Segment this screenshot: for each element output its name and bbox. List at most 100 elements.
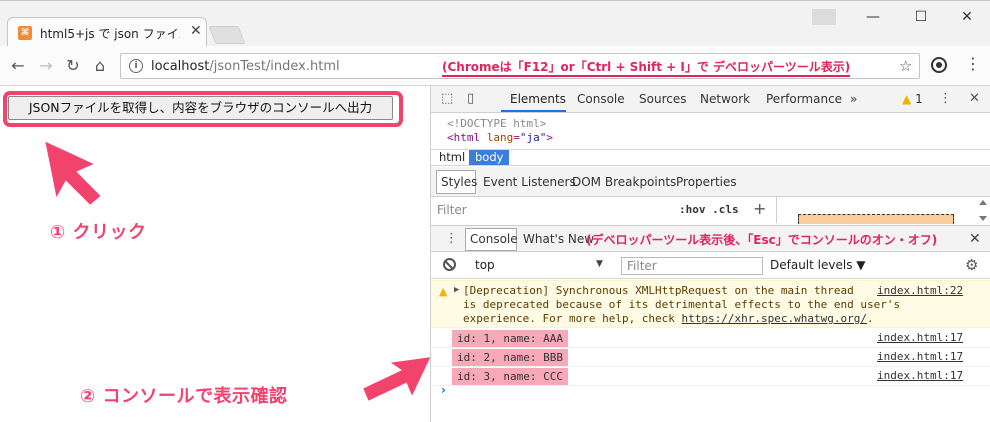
gear-icon[interactable]: ⚙ bbox=[965, 256, 978, 274]
arrow-pointer-icon bbox=[42, 138, 104, 208]
dom-eq: = bbox=[513, 131, 520, 144]
get-json-button[interactable]: JSONファイルを取得し、内容をブラウザのコンソールへ出力 bbox=[8, 96, 393, 120]
drawer-tab-whats-new[interactable]: What's New bbox=[523, 232, 594, 246]
forward-icon[interactable]: → bbox=[36, 56, 56, 75]
source-link[interactable]: index.html:22 bbox=[877, 284, 963, 297]
annotation-f12: (Chromeは「F12」or「Ctrl + Shift + I」で デベロッパ… bbox=[442, 59, 851, 77]
breadcrumb: html body bbox=[431, 149, 990, 166]
warning-text: experience. For more help, check bbox=[463, 312, 682, 325]
console-filter-input[interactable]: Filter bbox=[621, 257, 763, 275]
tab-performance[interactable]: Performance bbox=[766, 92, 842, 106]
browser-tab[interactable]: ⌘ html5+js で json ファイルの ✕ bbox=[7, 17, 207, 48]
tab-elements[interactable]: Elements bbox=[510, 92, 566, 106]
devtools-panel: ⬚ ▯ Elements Console Sources Network Per… bbox=[430, 86, 990, 422]
log-row: id: 3, name: CCC index.html:17 bbox=[431, 367, 990, 386]
warning-icon: ▲ bbox=[902, 92, 912, 106]
reload-icon[interactable]: ↻ bbox=[63, 56, 83, 75]
subtab-styles[interactable]: Styles bbox=[441, 175, 477, 189]
extension-icon[interactable] bbox=[931, 57, 947, 73]
new-style-rule-icon[interactable]: + bbox=[753, 199, 766, 218]
drawer-menu-icon[interactable]: ⋮ bbox=[445, 231, 458, 246]
styles-subtabs: Styles Event Listeners DOM Breakpoints P… bbox=[431, 167, 990, 197]
inspect-element-icon[interactable]: ⬚ bbox=[441, 91, 453, 106]
warning-line: experience. For more help, check https:/… bbox=[463, 312, 874, 325]
dom-tag-open: <html bbox=[447, 131, 481, 144]
source-link[interactable]: index.html:17 bbox=[877, 350, 963, 363]
device-toolbar-icon[interactable]: ▯ bbox=[467, 91, 474, 106]
log-text: id: 1, name: AAA bbox=[452, 330, 568, 347]
maximize-icon[interactable]: ☐ bbox=[906, 7, 936, 27]
xhr-spec-link[interactable]: https://xhr.spec.whatwg.org/ bbox=[682, 312, 867, 325]
log-row: id: 1, name: AAA index.html:17 bbox=[431, 329, 990, 348]
crumb-html[interactable]: html bbox=[433, 150, 471, 165]
console-prompt[interactable]: › bbox=[441, 383, 446, 397]
subtab-dom-breakpoints[interactable]: DOM Breakpoints bbox=[572, 175, 676, 189]
dom-attr-value: "ja" bbox=[519, 131, 547, 144]
devtools-menu-icon[interactable]: ⋮ bbox=[939, 91, 952, 106]
warning-count-badge[interactable]: ▲ 1 bbox=[902, 92, 923, 106]
url-path: /jsonTest/index.html bbox=[209, 59, 340, 74]
dom-attr-name: lang bbox=[486, 131, 514, 144]
dom-html-node[interactable]: <html lang="ja"> bbox=[447, 131, 553, 144]
drawer-close-icon[interactable]: ✕ bbox=[969, 231, 981, 247]
tab-close-icon[interactable]: ✕ bbox=[190, 23, 202, 39]
subtab-event-listeners[interactable]: Event Listeners bbox=[483, 175, 576, 189]
home-icon[interactable]: ⌂ bbox=[90, 56, 110, 75]
tab-network[interactable]: Network bbox=[700, 92, 750, 106]
annotation-esc: (デベロッパーツール表示後、「Esc」でコンソールのオン・オフ) bbox=[586, 233, 938, 247]
styles-filter-input[interactable]: Filter bbox=[437, 203, 467, 217]
annotation-step2: ② コンソールで表示確認 bbox=[80, 386, 288, 407]
crumb-body[interactable]: body bbox=[469, 150, 510, 165]
dom-tag-close: > bbox=[546, 131, 553, 144]
subtab-properties[interactable]: Properties bbox=[676, 175, 737, 189]
browser-menu-icon[interactable]: ⋮ bbox=[965, 54, 981, 73]
hov-cls-toggles[interactable]: :hov .cls bbox=[679, 203, 739, 216]
warning-text: . bbox=[866, 312, 874, 325]
dom-tree: <!DOCTYPE html> <html lang="ja"> bbox=[431, 114, 990, 150]
warning-icon: ▲ bbox=[439, 285, 448, 298]
active-tab-indicator bbox=[501, 110, 566, 112]
dom-doctype[interactable]: <!DOCTYPE html> bbox=[447, 117, 546, 130]
drawer-tabs: ⋮ Console What's New (デベロッパーツール表示後、「Esc」… bbox=[431, 225, 990, 252]
source-link[interactable]: index.html:17 bbox=[877, 331, 963, 344]
warning-line: [Deprecation] Synchronous XMLHttpRequest… bbox=[463, 284, 854, 297]
browser-titlebar: ⌘ html5+js で json ファイルの ✕ — ☐ ✕ bbox=[0, 0, 990, 48]
warning-count: 1 bbox=[915, 92, 923, 106]
arrow-pointer-icon bbox=[360, 354, 434, 404]
xampp-favicon-icon: ⌘ bbox=[18, 26, 32, 40]
source-link[interactable]: index.html:17 bbox=[877, 369, 963, 382]
site-info-icon[interactable]: i bbox=[129, 59, 143, 73]
warning-line: is deprecated because of its detrimental… bbox=[463, 298, 901, 311]
console-toolbar: top ▼ Filter Default levels ▼ ⚙ bbox=[431, 253, 990, 279]
devtools-tabs: ⬚ ▯ Elements Console Sources Network Per… bbox=[431, 86, 990, 113]
annotation-step1: ① クリック bbox=[50, 222, 147, 243]
clear-console-icon[interactable] bbox=[443, 258, 456, 271]
hov-toggle[interactable]: :hov bbox=[679, 203, 706, 216]
scrollbar[interactable] bbox=[977, 197, 989, 223]
url-host: localhost bbox=[151, 59, 210, 74]
drawer-tab-console[interactable]: Console bbox=[470, 232, 518, 246]
tab-sources[interactable]: Sources bbox=[639, 92, 686, 106]
expand-arrow-icon[interactable]: ▶ bbox=[454, 285, 459, 295]
tab-console[interactable]: Console bbox=[577, 92, 625, 106]
tab-title: html5+js で json ファイルの bbox=[40, 27, 180, 41]
log-text: id: 2, name: BBB bbox=[452, 349, 568, 366]
cls-toggle[interactable]: .cls bbox=[712, 203, 739, 216]
warning-message: ▲ ▶ [Deprecation] Synchronous XMLHttpReq… bbox=[431, 280, 990, 328]
bookmark-star-icon[interactable]: ☆ bbox=[899, 57, 912, 75]
more-tabs-icon[interactable]: » bbox=[850, 92, 857, 106]
back-icon[interactable]: ← bbox=[8, 56, 28, 75]
minimize-icon[interactable]: — bbox=[858, 7, 888, 27]
chevron-down-icon[interactable]: ▼ bbox=[596, 259, 603, 269]
devtools-close-icon[interactable]: ✕ bbox=[969, 91, 980, 106]
log-row: id: 2, name: BBB index.html:17 bbox=[431, 348, 990, 367]
new-tab-button[interactable] bbox=[208, 26, 246, 44]
log-levels-select[interactable]: Default levels ▼ bbox=[770, 258, 866, 272]
browser-toolbar: ← → ↻ ⌂ i localhost/jsonTest/index.html … bbox=[0, 46, 990, 86]
console-messages: ▲ ▶ [Deprecation] Synchronous XMLHttpReq… bbox=[431, 280, 990, 422]
window-close-icon[interactable]: ✕ bbox=[952, 7, 982, 27]
page-content: JSONファイルを取得し、内容をブラウザのコンソールへ出力 ① クリック ② コ… bbox=[0, 86, 434, 422]
profile-avatar[interactable] bbox=[812, 9, 836, 25]
context-select[interactable]: top bbox=[475, 258, 495, 272]
url-text: localhost/jsonTest/index.html bbox=[151, 59, 340, 74]
